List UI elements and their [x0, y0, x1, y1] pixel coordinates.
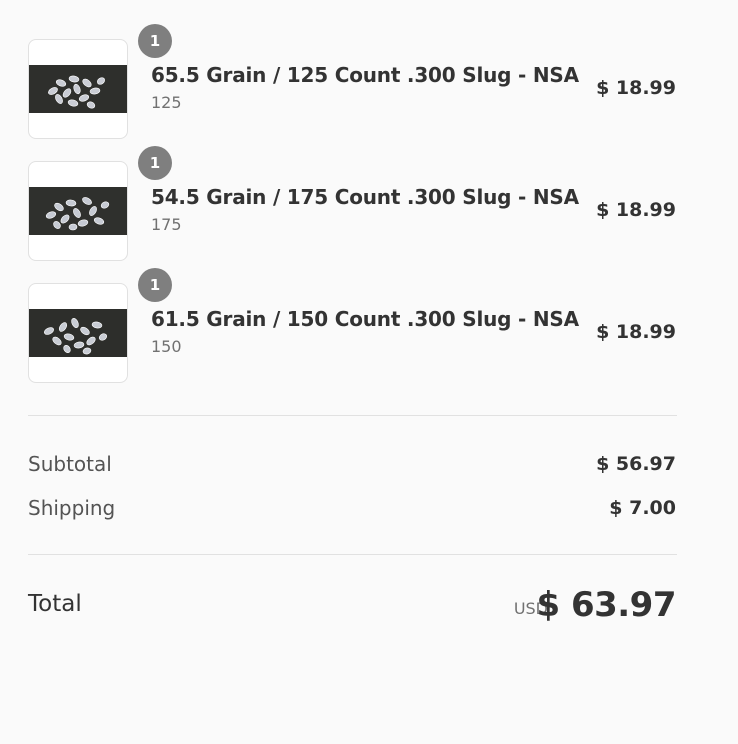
- product-variant: 125: [151, 93, 182, 112]
- product-variant: 150: [151, 337, 182, 356]
- shipping-label: Shipping: [28, 496, 116, 520]
- order-summary: 1 65.5 Grain / 125 Count .300 Slug - NSA…: [0, 0, 738, 744]
- product-image: [29, 187, 127, 235]
- product-variant: 175: [151, 215, 182, 234]
- product-title: 61.5 Grain / 150 Count .300 Slug - NSA: [151, 307, 579, 331]
- shipping-value: $ 7.00: [609, 497, 676, 519]
- quantity-badge: 1: [138, 146, 172, 180]
- product-title: 65.5 Grain / 125 Count .300 Slug - NSA: [151, 63, 579, 87]
- product-image: [29, 65, 127, 113]
- product-price: $ 18.99: [596, 199, 676, 221]
- product-line-item: 1 65.5 Grain / 125 Count .300 Slug - NSA…: [0, 24, 738, 139]
- total-label: Total: [28, 591, 82, 617]
- product-price: $ 18.99: [596, 77, 676, 99]
- product-line-item: 1 54.5 Grain / 175 Count .300 Slug - NSA…: [0, 146, 738, 261]
- product-title: 54.5 Grain / 175 Count .300 Slug - NSA: [151, 185, 579, 209]
- section-divider: [28, 415, 677, 416]
- product-thumbnail: 1: [28, 268, 172, 383]
- product-thumbnail: 1: [28, 24, 172, 139]
- quantity-badge: 1: [138, 268, 172, 302]
- product-price: $ 18.99: [596, 321, 676, 343]
- product-thumbnail: 1: [28, 146, 172, 261]
- quantity-badge: 1: [138, 24, 172, 58]
- product-line-item: 1 61.5 Grain / 150 Count .300 Slug - NSA…: [0, 268, 738, 383]
- subtotal-value: $ 56.97: [596, 453, 676, 475]
- section-divider: [28, 554, 677, 555]
- subtotal-label: Subtotal: [28, 452, 112, 476]
- product-image: [29, 309, 127, 357]
- total-value: $ 63.97: [536, 585, 676, 625]
